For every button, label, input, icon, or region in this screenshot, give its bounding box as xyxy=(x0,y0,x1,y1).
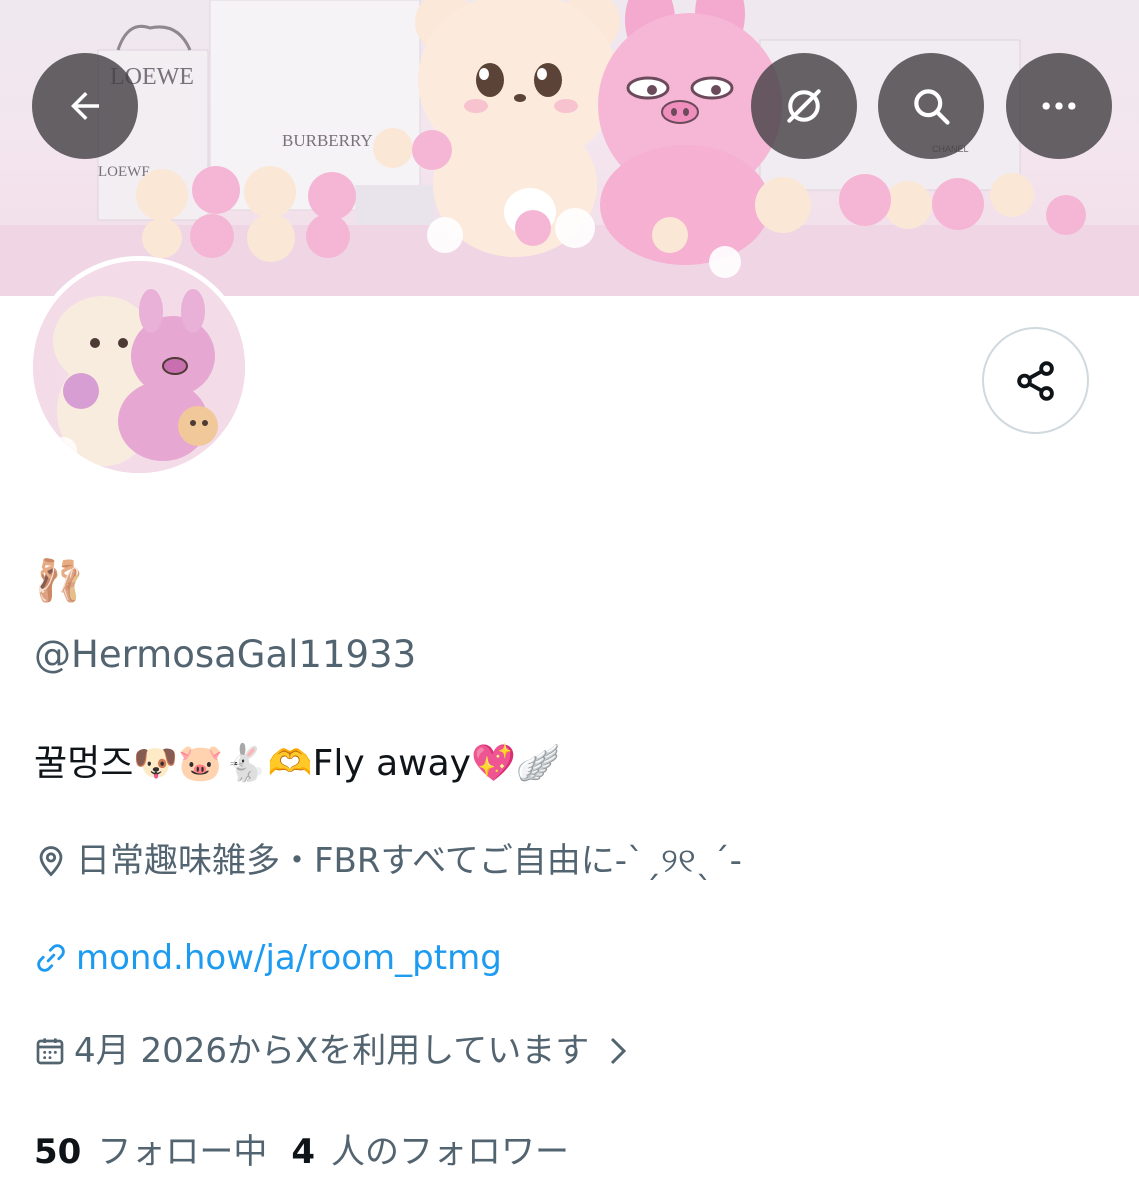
grok-icon xyxy=(787,89,821,123)
calendar-icon xyxy=(36,1038,64,1065)
joined-row[interactable]: 4月 2026からXを利用しています xyxy=(34,1029,637,1073)
banner-brand-text: BURBERRY xyxy=(282,131,373,150)
search-icon xyxy=(914,89,950,125)
more-button[interactable] xyxy=(1006,53,1112,159)
profile-link[interactable]: mond.how/ja/room_ptmg xyxy=(76,936,502,980)
location-text: 日常趣味雑多・FBRすべてご自由に-ˋˏ୨୧ˎˊ- xyxy=(76,841,742,881)
share-icon xyxy=(1016,360,1054,401)
user-handle: @HermosaGal11933 xyxy=(34,633,417,676)
profile-bio: 꿀멍즈🐶🐷🐇🫶Fly away💖🪽 xyxy=(34,743,561,784)
following-label: フォロー中 xyxy=(97,1132,268,1172)
link-row[interactable]: mond.how/ja/room_ptmg xyxy=(34,936,502,980)
profile-banner[interactable]: LOEWE BURBERRY LOEWE CHANEL xyxy=(0,0,1139,296)
avatar-image xyxy=(33,261,245,473)
banner-brand-text: LOEWE xyxy=(98,164,150,180)
followers-label: 人のフォロワー xyxy=(331,1132,569,1172)
followers-link[interactable]: 4 人のフォロワー xyxy=(291,1130,569,1174)
follow-stats: 50 フォロー中 4 人のフォロワー xyxy=(34,1130,569,1174)
link-icon xyxy=(37,944,65,972)
grok-button[interactable] xyxy=(751,53,857,159)
location-pin-icon xyxy=(39,846,63,877)
banner-image: LOEWE BURBERRY LOEWE CHANEL xyxy=(0,0,1139,296)
arrow-left-icon xyxy=(71,92,99,120)
joined-text: 4月 2026からXを利用しています xyxy=(74,1031,590,1071)
back-button[interactable] xyxy=(32,53,138,159)
display-name: 🩰 xyxy=(34,558,84,604)
share-button[interactable] xyxy=(982,327,1089,434)
following-link[interactable]: 50 フォロー中 xyxy=(34,1130,267,1174)
search-button[interactable] xyxy=(878,53,984,159)
followers-count: 4 xyxy=(291,1132,315,1172)
profile-avatar[interactable] xyxy=(28,256,250,478)
chevron-right-icon xyxy=(611,1037,627,1065)
following-count: 50 xyxy=(34,1132,82,1172)
more-horizontal-icon xyxy=(1042,102,1076,110)
location-row: 日常趣味雑多・FBRすべてご自由に-ˋˏ୨୧ˎˊ- xyxy=(34,839,742,883)
